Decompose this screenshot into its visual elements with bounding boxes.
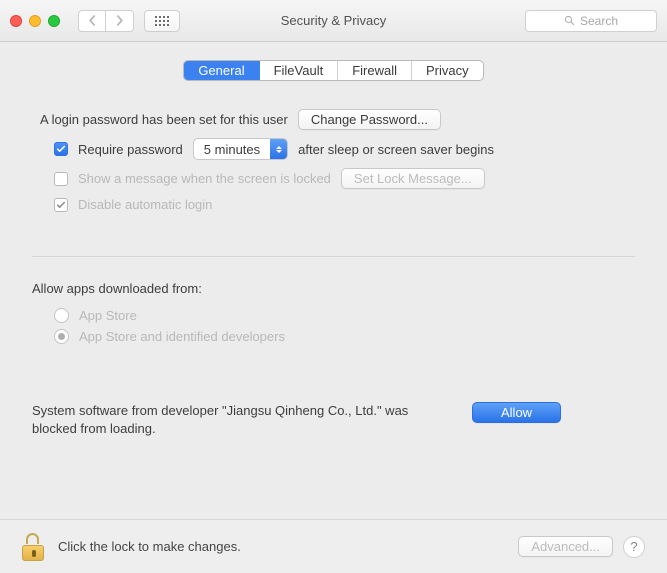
traffic-lights: [10, 15, 60, 27]
radio-appstore[interactable]: [54, 308, 69, 323]
lock-icon[interactable]: [22, 533, 46, 561]
radio-appstore-dev[interactable]: [54, 329, 69, 344]
allow-button[interactable]: Allow: [472, 402, 561, 423]
change-password-button[interactable]: Change Password...: [298, 109, 441, 130]
show-message-checkbox[interactable]: [54, 172, 68, 186]
set-lock-message-button: Set Lock Message...: [341, 168, 485, 189]
require-password-checkbox[interactable]: [54, 142, 68, 156]
forward-button[interactable]: [106, 10, 134, 32]
select-chevron-icon: [270, 139, 287, 159]
require-password-delay-select[interactable]: 5 minutes: [193, 138, 288, 160]
require-password-label: Require password: [78, 142, 183, 157]
blocked-software-message: System software from developer "Jiangsu …: [32, 402, 452, 437]
back-button[interactable]: [78, 10, 106, 32]
show-all-prefs-button[interactable]: [144, 10, 180, 32]
download-section: Allow apps downloaded from: App Store Ap…: [32, 281, 635, 344]
tab-firewall[interactable]: Firewall: [337, 61, 411, 80]
require-password-suffix: after sleep or screen saver begins: [298, 142, 494, 157]
check-icon: [56, 144, 66, 154]
grid-icon: [155, 16, 169, 26]
tab-filevault[interactable]: FileVault: [259, 61, 338, 80]
login-section: A login password has been set for this u…: [32, 109, 635, 212]
download-heading: Allow apps downloaded from:: [32, 281, 635, 296]
nav-buttons: [78, 10, 134, 32]
divider: [32, 256, 635, 257]
tab-bar: General FileVault Firewall Privacy: [32, 60, 635, 81]
login-intro-text: A login password has been set for this u…: [40, 112, 288, 127]
show-message-label: Show a message when the screen is locked: [78, 171, 331, 186]
search-icon: [564, 15, 575, 26]
advanced-button[interactable]: Advanced...: [518, 536, 613, 557]
minimize-window-button[interactable]: [29, 15, 41, 27]
tab-privacy[interactable]: Privacy: [411, 61, 483, 80]
lock-text: Click the lock to make changes.: [58, 539, 241, 554]
check-icon: [56, 200, 66, 210]
radio-appstore-label: App Store: [79, 308, 137, 323]
content-area: General FileVault Firewall Privacy A log…: [0, 60, 667, 437]
blocked-software-row: System software from developer "Jiangsu …: [32, 402, 635, 437]
footer: Click the lock to make changes. Advanced…: [0, 519, 667, 573]
zoom-window-button[interactable]: [48, 15, 60, 27]
tab-general[interactable]: General: [184, 61, 258, 80]
disable-auto-login-label: Disable automatic login: [78, 197, 212, 212]
search-placeholder: Search: [580, 14, 618, 28]
close-window-button[interactable]: [10, 15, 22, 27]
require-password-delay-value: 5 minutes: [194, 142, 270, 157]
search-input[interactable]: Search: [525, 10, 657, 32]
help-button[interactable]: ?: [623, 536, 645, 558]
titlebar: Security & Privacy Search: [0, 0, 667, 42]
disable-auto-login-checkbox[interactable]: [54, 198, 68, 212]
radio-appstore-dev-label: App Store and identified developers: [79, 329, 285, 344]
